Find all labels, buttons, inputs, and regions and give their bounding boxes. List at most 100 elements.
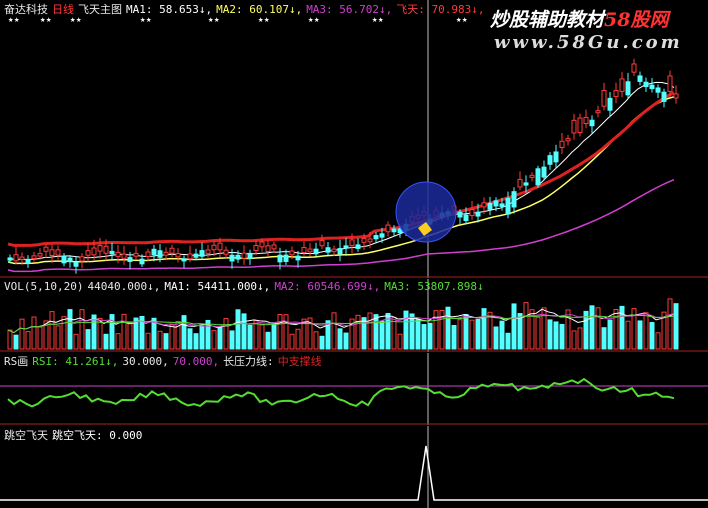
volume-bar	[193, 333, 199, 350]
candle-body	[565, 138, 571, 142]
candle-body	[13, 254, 19, 262]
candle-body	[625, 81, 631, 96]
volume-bar	[535, 316, 541, 350]
volume-bar	[19, 318, 25, 350]
rsi-30: 30.000,	[122, 355, 169, 368]
star-icon: ★	[258, 15, 264, 25]
candle-body	[469, 209, 475, 217]
volume-bar	[25, 331, 31, 350]
candle-body	[7, 257, 13, 261]
candle-body	[385, 224, 391, 233]
volume-bar	[289, 333, 295, 350]
candle-body	[613, 89, 619, 98]
candle-body	[103, 245, 109, 254]
volume-bar	[199, 325, 205, 350]
candle-body	[523, 182, 529, 186]
volume-bar	[625, 320, 631, 350]
volume-bar	[343, 332, 349, 350]
rsi-panel[interactable]: RS画 RSI: 41.261↓, 30.000, 70.000, 长压力线: 中支撑线	[0, 353, 708, 425]
volume-bar	[397, 333, 403, 350]
volume-bar	[667, 298, 673, 350]
volume-bar	[655, 332, 661, 350]
volume-bar	[451, 324, 457, 350]
candle-body	[247, 252, 253, 259]
candle-body	[529, 174, 535, 178]
star-icon: ★	[372, 15, 378, 25]
watermark-title-text: 炒股辅助教材	[490, 9, 605, 31]
volume-bar	[49, 311, 55, 350]
candle-body	[115, 251, 121, 257]
star-icon: ★	[308, 15, 314, 25]
volume-bar	[259, 324, 265, 350]
volume-bar	[115, 333, 121, 350]
volume-bar	[127, 323, 133, 350]
volume-bar	[277, 314, 283, 350]
volume-bar	[73, 333, 79, 350]
volume-bar	[235, 309, 241, 350]
candle-body	[259, 241, 265, 248]
candle-body	[211, 244, 217, 251]
volume-bar	[601, 327, 607, 350]
candle-body	[43, 246, 49, 252]
candle-body	[667, 75, 673, 92]
candle-body	[457, 211, 463, 218]
volume-bar	[97, 317, 103, 350]
candle-body	[475, 211, 481, 217]
candle-body	[205, 249, 211, 254]
candle-body	[535, 168, 541, 186]
volume-header: VOL(5,10,20) 44040.000↓, MA1: 54411.000↓, M…	[4, 280, 488, 293]
candle-body	[325, 247, 331, 253]
volume-bar	[157, 330, 163, 350]
candle-body	[493, 200, 499, 207]
candle-body	[217, 242, 223, 251]
candle-body	[271, 244, 277, 250]
candle-body	[193, 253, 199, 258]
volume-bar	[469, 319, 475, 350]
candle-body	[379, 233, 385, 238]
candle-body	[505, 197, 511, 215]
rsi-header: RS画 RSI: 41.261↓, 30.000, 70.000, 长压力线: 中支撑线	[4, 355, 326, 368]
volume-bar	[409, 313, 415, 350]
volume-bar	[187, 328, 193, 350]
candle-body	[577, 117, 583, 134]
candle-body	[361, 237, 367, 243]
volume-bar	[463, 313, 469, 350]
pressure-line-label: 长压力线:	[223, 355, 274, 368]
watermark-url: www.58Gu.com	[494, 32, 683, 53]
candle-body	[55, 249, 61, 256]
candle-body	[151, 248, 157, 256]
volume-bar	[379, 320, 385, 350]
candle-body	[337, 248, 343, 255]
jump-panel[interactable]: 跳空飞天 跳空飞天: 0.000	[0, 426, 708, 508]
volume-bar	[505, 332, 511, 350]
rsi-line	[7, 377, 675, 408]
volume-bar	[217, 326, 223, 350]
star-icon: ★	[40, 15, 46, 25]
candle-body	[199, 250, 205, 257]
candle-body	[343, 245, 349, 249]
candle-body	[289, 250, 295, 256]
volume-bar	[475, 318, 481, 350]
candle-body	[91, 247, 97, 256]
price-panel[interactable]: 奋达科技 日线 飞天主图 MA1: 58.653↓, MA2: 60.107↓, MA3:…	[0, 0, 708, 278]
candle-body	[487, 202, 493, 210]
star-icon: ★	[76, 15, 82, 25]
volume-bar	[595, 307, 601, 350]
volume-panel[interactable]: VOL(5,10,20) 44040.000↓, MA1: 54411.000↓, M…	[0, 279, 708, 352]
candle-body	[307, 248, 313, 253]
volume-bar	[163, 333, 169, 350]
volume-bar	[553, 321, 559, 350]
volume-bar	[649, 322, 655, 350]
star-icon: ★	[70, 15, 76, 25]
volume-bar	[103, 333, 109, 350]
volume-bar	[577, 327, 583, 350]
jump-value: 跳空飞天: 0.000	[52, 429, 143, 442]
jump-header: 跳空飞天 跳空飞天: 0.000	[4, 429, 146, 442]
candle-body	[49, 249, 55, 257]
volume-bar	[313, 331, 319, 350]
volume-bar	[121, 313, 127, 350]
star-icon: ★	[146, 15, 152, 25]
volume-bar	[331, 312, 337, 350]
star-icon: ★	[46, 15, 52, 25]
star-icon: ★	[456, 15, 462, 25]
